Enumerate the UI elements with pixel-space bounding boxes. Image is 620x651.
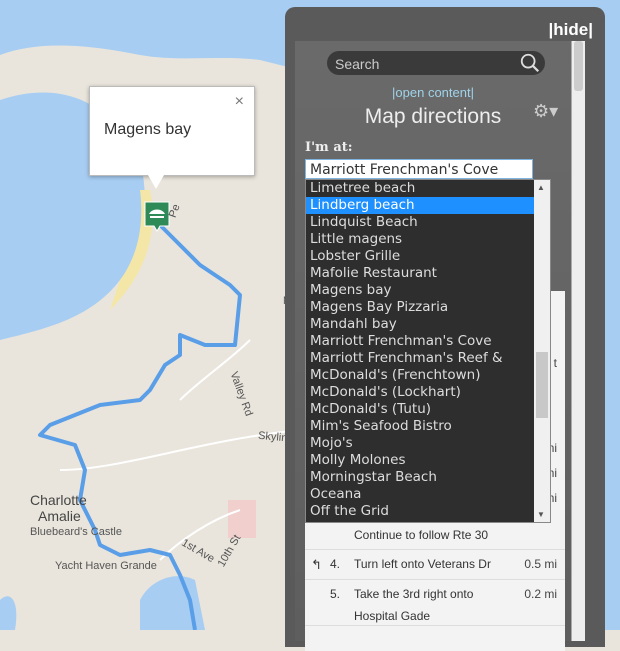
dropdown-option[interactable]: Limetree beach xyxy=(306,180,535,197)
step-text: Take the 3rd right onto xyxy=(354,587,474,601)
dropdown-option[interactable]: Molly Molones xyxy=(306,452,535,469)
dropdown-option[interactable]: Lobster Grille xyxy=(306,248,535,265)
dropdown-option[interactable]: Off the Grid xyxy=(306,503,535,520)
popup-title: Magens bay xyxy=(104,121,192,138)
directions-panel: |hide| |open content| Map directions ⚙▾ … xyxy=(285,7,605,651)
map-label-castle: Bluebeard's Castle xyxy=(30,526,122,538)
at-label: I'm at: xyxy=(305,140,353,155)
step-number: 4. xyxy=(330,557,341,571)
step-number: 5. xyxy=(330,587,341,601)
panel-scroll-thumb[interactable] xyxy=(574,41,583,91)
map-label-town-line1: Charlotte xyxy=(30,492,87,508)
dropdown-list: Limetree beach Lindberg beach Lindquist Be… xyxy=(306,180,550,520)
direction-step[interactable]: Continue to follow Rte 30 xyxy=(305,521,565,550)
map-label-town-line2: Amalie xyxy=(38,508,81,524)
step-distance: 0.5 mi xyxy=(524,557,557,571)
open-content-link[interactable]: |open content| xyxy=(295,85,571,100)
direction-step[interactable]: ↰ 4. Turn left onto Veterans Dr 0.5 mi xyxy=(305,549,565,580)
dropdown-option[interactable]: Mandahl bay xyxy=(306,316,535,333)
step-text: Turn left onto Veterans Dr xyxy=(354,557,491,571)
map-popup: × Magens bay xyxy=(89,86,255,189)
panel-title: Map directions xyxy=(364,105,502,128)
dropdown-option[interactable]: Oceana xyxy=(306,486,535,503)
hide-link[interactable]: |hide| xyxy=(549,20,593,40)
map-label-yacht: Yacht Haven Grande xyxy=(55,560,157,572)
dropdown-option[interactable]: Mojo's xyxy=(306,435,535,452)
dropdown-scrollbar[interactable]: ▲ ▼ xyxy=(534,180,550,522)
direction-step[interactable]: 5. Take the 3rd right onto Hospital Gade… xyxy=(305,579,565,626)
location-dropdown[interactable]: Limetree beach Lindberg beach Lindquist Be… xyxy=(305,179,551,523)
dropdown-option[interactable]: Mafolie Restaurant xyxy=(306,265,535,282)
step-distance: 0.2 mi xyxy=(524,587,557,601)
step-text-line2: Hospital Gade xyxy=(354,609,431,623)
dropdown-option[interactable]: Mim's Seafood Bistro xyxy=(306,418,535,435)
dropdown-option[interactable]: McDonald's (Tutu) xyxy=(306,401,535,418)
dropdown-option[interactable]: Morningstar Beach xyxy=(306,469,535,486)
search-input[interactable] xyxy=(333,54,517,74)
location-select[interactable]: Marriott Frenchman's Cove xyxy=(305,159,533,179)
dropdown-option[interactable]: Magens Bay Pizzaria xyxy=(306,299,535,316)
dropdown-option[interactable]: Marriott Frenchman's Cove xyxy=(306,333,535,350)
close-icon[interactable]: × xyxy=(235,93,244,111)
gear-icon[interactable]: ⚙▾ xyxy=(533,101,558,122)
dropdown-option[interactable]: Lindquist Beach xyxy=(306,214,535,231)
dropdown-option[interactable]: McDonald's (Lockhart) xyxy=(306,384,535,401)
scroll-up-icon[interactable]: ▲ xyxy=(537,183,545,192)
panel-scrollbar[interactable] xyxy=(571,41,585,641)
panel-content: |open content| Map directions ⚙▾ I'm at:… xyxy=(295,41,571,651)
turn-left-icon: ↰ xyxy=(311,557,322,572)
dropdown-option[interactable]: Magens bay xyxy=(306,282,535,299)
scroll-down-icon[interactable]: ▼ xyxy=(537,510,545,519)
dropdown-option[interactable]: Lindberg beach xyxy=(306,197,535,214)
step-text: Continue to follow Rte 30 xyxy=(354,528,489,542)
search-icon[interactable] xyxy=(519,52,541,74)
partial-dist: t xyxy=(553,356,557,370)
dropdown-option[interactable]: Marriott Frenchman's Reef & xyxy=(306,350,535,367)
search-box xyxy=(327,51,545,75)
dropdown-option[interactable]: Little magens xyxy=(306,231,535,248)
scroll-thumb[interactable] xyxy=(536,352,548,418)
dropdown-option[interactable]: McDonald's (Frenchtown) xyxy=(306,367,535,384)
